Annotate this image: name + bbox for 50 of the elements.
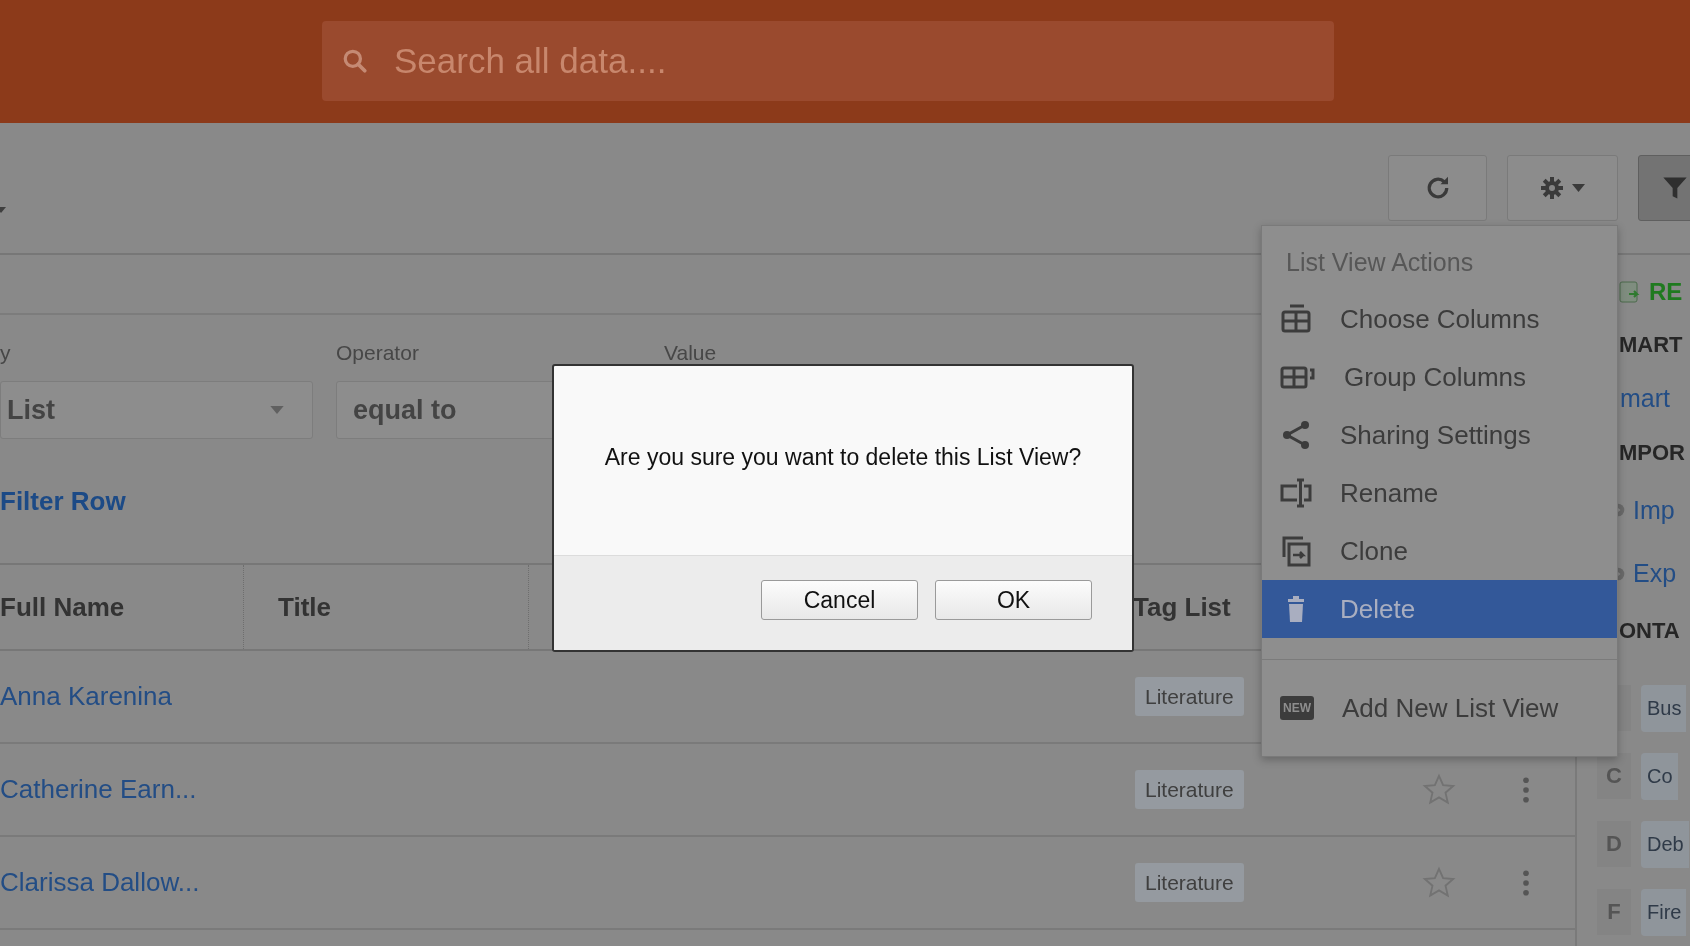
tag-chip[interactable]: Literature	[1135, 862, 1244, 902]
search-icon	[342, 47, 368, 74]
tag-chip[interactable]: Literature	[1135, 769, 1244, 809]
menu-item[interactable]: NEW Add New List View	[1262, 680, 1617, 736]
dialog-message: Are you sure you want to delete this List View?	[604, 444, 1082, 472]
menu-item[interactable]: Choose Columns	[1262, 290, 1617, 348]
field-select[interactable]: List	[0, 381, 313, 439]
tag-chip[interactable]: Literature	[1135, 676, 1244, 716]
rename-icon	[1280, 477, 1312, 509]
column-header[interactable]: Title	[244, 565, 529, 649]
more-options-icon[interactable]	[1522, 869, 1530, 896]
section-heading: ONTA	[1619, 617, 1680, 644]
section-heading: RE	[1649, 278, 1683, 307]
section-heading: MPOR	[1619, 440, 1685, 466]
group-chip[interactable]: Co	[1641, 752, 1678, 800]
share-icon	[1280, 419, 1312, 451]
filter-row-link[interactable]: Filter Row	[0, 485, 126, 517]
filter-button[interactable]	[1638, 155, 1690, 221]
more-options-icon[interactable]	[1522, 776, 1530, 803]
menu-item[interactable]: Clone	[1262, 522, 1617, 580]
side-link[interactable]: Imp	[1633, 495, 1675, 525]
column-header[interactable]: Full Name	[0, 565, 244, 649]
value-label: Value	[664, 341, 717, 366]
contact-name-link[interactable]: Anna Karenina	[0, 681, 173, 711]
contact-card-icon	[1617, 279, 1641, 306]
menu-item[interactable]: Group Columns	[1262, 348, 1617, 406]
caret-icon	[1572, 184, 1585, 192]
group-chip[interactable]: Fire	[1641, 888, 1687, 936]
settings-button[interactable]	[1507, 155, 1618, 221]
group-chip[interactable]: Deb	[1641, 820, 1689, 868]
menu-item[interactable]: Rename	[1262, 464, 1617, 522]
refresh-button[interactable]	[1388, 155, 1487, 221]
section-heading: MART	[1619, 331, 1683, 358]
side-link[interactable]: Exp	[1633, 559, 1677, 589]
field-label: y	[0, 341, 12, 366]
new-badge: NEW	[1280, 696, 1314, 720]
search-field[interactable]: Search all data....	[322, 20, 1334, 101]
contact-name-link[interactable]: Clarissa Dallow...	[0, 867, 200, 897]
smart-list-link[interactable]: mart	[1620, 384, 1670, 414]
caret-icon	[270, 406, 284, 414]
ok-button[interactable]: OK	[935, 580, 1092, 620]
clone-icon	[1280, 535, 1312, 567]
cancel-button[interactable]: Cancel	[761, 580, 918, 620]
operator-label: Operator	[336, 341, 420, 366]
search-input[interactable]: Search all data....	[392, 39, 996, 82]
menu-item[interactable]: Delete	[1262, 580, 1617, 638]
menu-item[interactable]: Sharing Settings	[1262, 406, 1617, 464]
group-chip[interactable]: Bus	[1641, 684, 1687, 732]
table-icon	[1280, 303, 1312, 335]
contact-name-link[interactable]: Catherine Earn...	[0, 774, 197, 804]
